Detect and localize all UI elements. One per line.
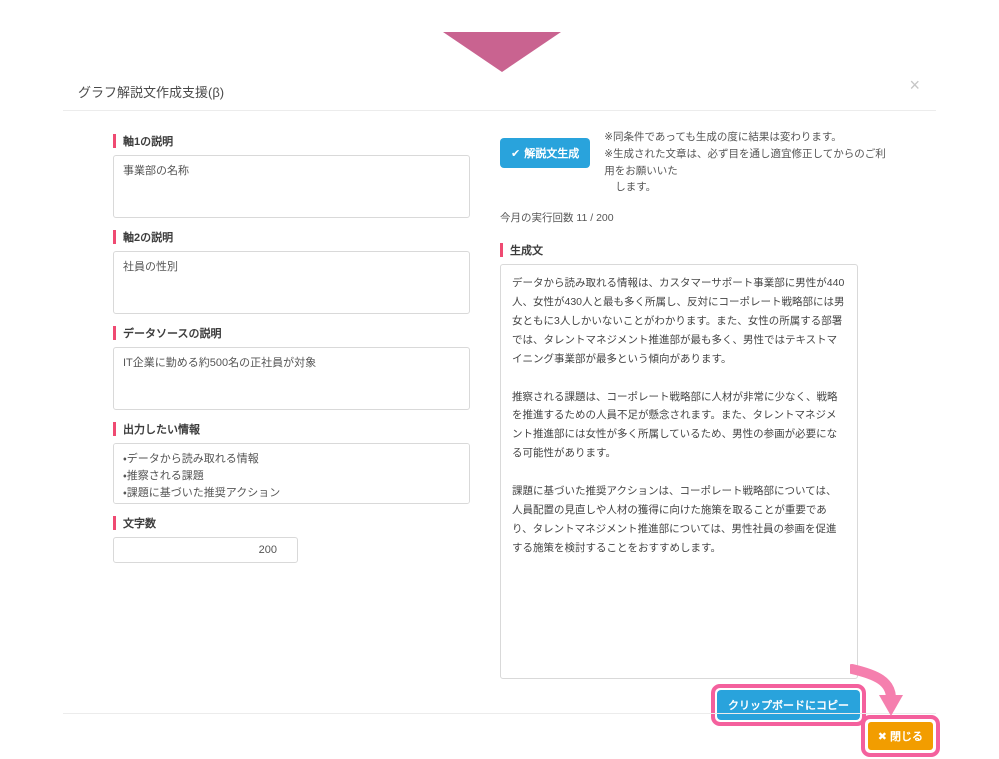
output-info-input[interactable]: ・データから読み取れる情報 ・推察される課題 ・課題に基づいた推奨アクション bbox=[113, 443, 470, 504]
field-label-output-info: 出力したい情報 bbox=[113, 421, 470, 437]
note-line: ※生成された文章は、必ず目を通し適宜修正してからのご利用をお願いいた bbox=[604, 147, 886, 177]
dialog-footer: ✖ 閉じる bbox=[63, 713, 940, 759]
label-bar-icon bbox=[113, 230, 116, 244]
dialog-title: グラフ解説文作成支援(β) bbox=[78, 85, 225, 100]
label-bar-icon bbox=[500, 243, 503, 258]
label-bar-icon bbox=[113, 326, 116, 340]
field-label-text: 出力したい情報 bbox=[123, 424, 200, 436]
generate-button-label: 解説文生成 bbox=[524, 148, 580, 160]
label-bar-icon bbox=[113, 516, 116, 530]
generate-button[interactable]: ✔ 解説文生成 bbox=[500, 138, 591, 168]
field-label-text: 生成文 bbox=[510, 245, 543, 258]
field-label-text: 軸2の説明 bbox=[123, 232, 174, 244]
field-label-datasource: データソースの説明 bbox=[113, 325, 470, 341]
field-label-text: 軸1の説明 bbox=[123, 136, 174, 148]
field-label-text: 文字数 bbox=[123, 518, 156, 530]
axis2-description-input[interactable]: 社員の性別 bbox=[113, 251, 470, 314]
check-icon: ✔ bbox=[511, 147, 521, 160]
close-button[interactable]: ✖ 閉じる bbox=[866, 721, 934, 751]
annotation-down-arrow-icon bbox=[443, 32, 561, 72]
field-output-info: 出力したい情報 ・データから読み取れる情報 ・推察される課題 ・課題に基づいた推… bbox=[113, 421, 470, 504]
axis1-description-input[interactable]: 事業部の名称 bbox=[113, 155, 470, 218]
generate-row: ✔ 解説文生成 ※同条件であっても生成の度に結果は変わります。 ※生成された文章… bbox=[500, 129, 890, 196]
char-count-input[interactable] bbox=[113, 537, 298, 563]
field-label-axis1: 軸1の説明 bbox=[113, 133, 470, 149]
generation-panel: ✔ 解説文生成 ※同条件であっても生成の度に結果は変わります。 ※生成された文章… bbox=[500, 129, 890, 727]
label-bar-icon bbox=[113, 422, 116, 436]
field-label-generated-text: 生成文 bbox=[500, 242, 890, 258]
monthly-usage-count: 今月の実行回数 11 / 200 bbox=[500, 212, 614, 225]
note-line: します。 bbox=[615, 181, 657, 194]
note-line: ※同条件であっても生成の度に結果は変わります。 bbox=[604, 131, 842, 143]
field-char-count: 文字数 bbox=[113, 515, 470, 563]
field-label-text: データソースの説明 bbox=[123, 328, 222, 340]
field-axis1: 軸1の説明 事業部の名称 bbox=[113, 133, 470, 218]
label-bar-icon bbox=[113, 134, 116, 148]
datasource-description-input[interactable]: IT企業に勤める約500名の正社員が対象 bbox=[113, 347, 470, 410]
page: グラフ解説文作成支援(β) × 軸1の説明 事業部の名称 軸2の説明 社員の性別… bbox=[0, 0, 999, 759]
generated-text-output[interactable]: データから読み取れる情報は、カスタマーサポート事業部に男性が440人、女性が43… bbox=[500, 264, 858, 680]
close-button-area: ✖ 閉じる bbox=[860, 715, 940, 757]
field-axis2: 軸2の説明 社員の性別 bbox=[113, 229, 470, 314]
graph-explanation-dialog: グラフ解説文作成支援(β) × 軸1の説明 事業部の名称 軸2の説明 社員の性別… bbox=[63, 72, 940, 759]
input-form: 軸1の説明 事業部の名称 軸2の説明 社員の性別 データソースの説明 IT企業に… bbox=[113, 133, 470, 574]
close-icon[interactable]: × bbox=[909, 76, 920, 94]
field-label-axis2: 軸2の説明 bbox=[113, 229, 470, 245]
field-label-char-count: 文字数 bbox=[113, 515, 470, 531]
generation-notes: ※同条件であっても生成の度に結果は変わります。 ※生成された文章は、必ず目を通し… bbox=[604, 129, 890, 196]
close-button-label: 閉じる bbox=[890, 731, 923, 743]
dialog-header: グラフ解説文作成支援(β) × bbox=[63, 72, 936, 111]
close-x-icon: ✖ bbox=[877, 730, 887, 743]
close-button-highlight: ✖ 閉じる bbox=[860, 715, 940, 757]
dialog-body: 軸1の説明 事業部の名称 軸2の説明 社員の性別 データソースの説明 IT企業に… bbox=[63, 111, 936, 727]
field-datasource: データソースの説明 IT企業に勤める約500名の正社員が対象 bbox=[113, 325, 470, 410]
